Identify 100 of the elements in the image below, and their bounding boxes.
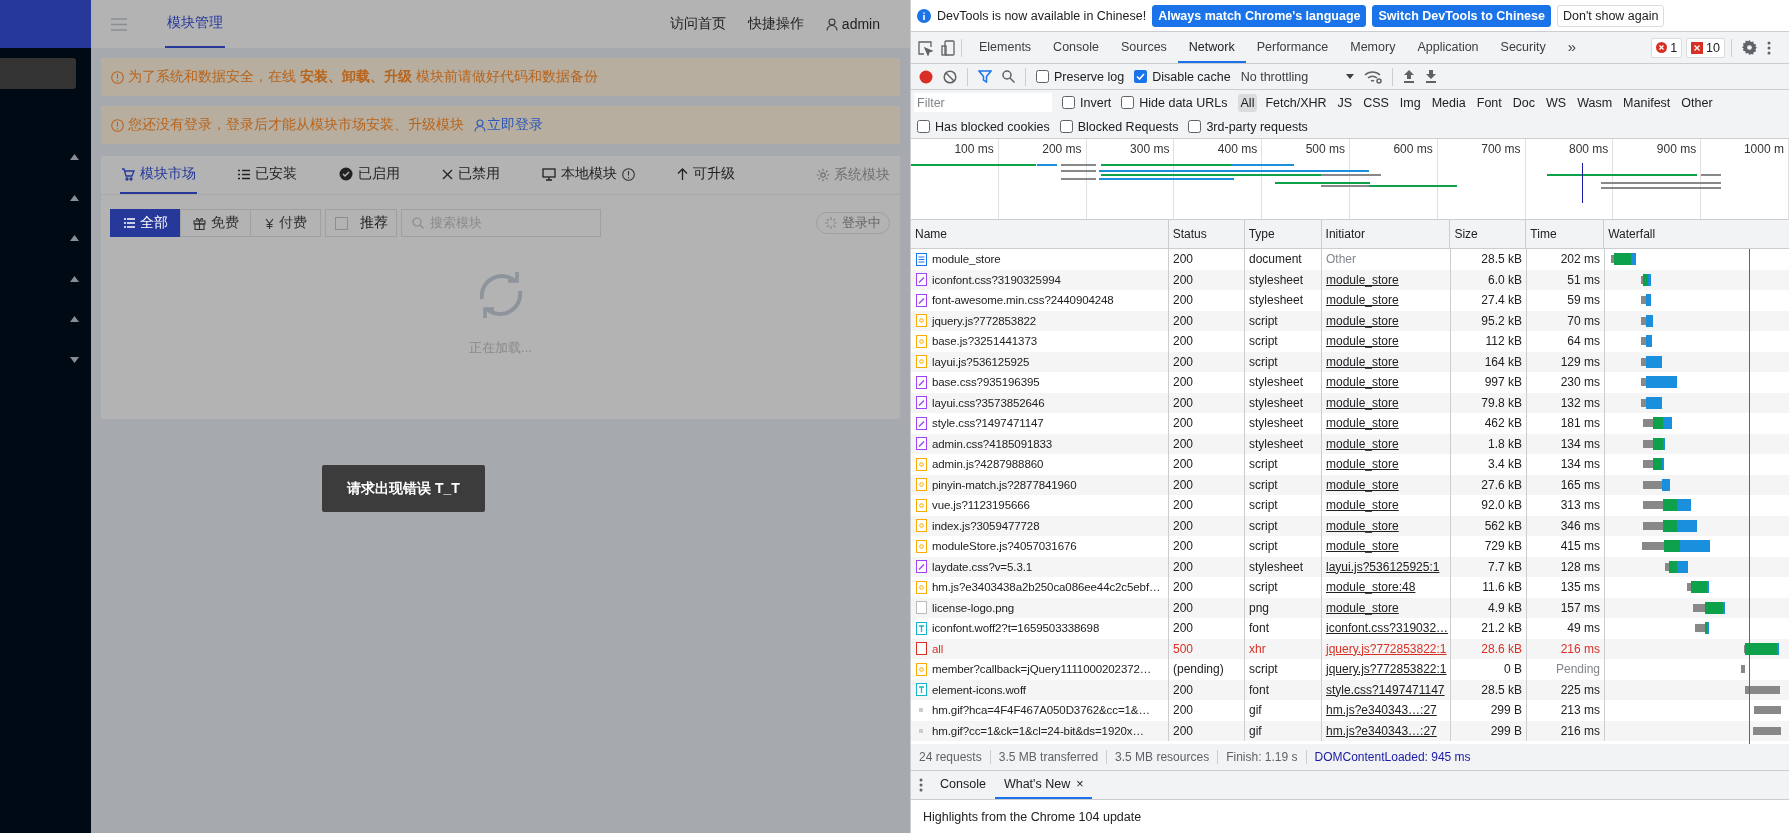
infobar-button[interactable]: Don't show again: [1556, 4, 1665, 27]
panel-tab[interactable]: Application: [1406, 32, 1490, 63]
request-name[interactable]: vue.js?1123195666: [932, 499, 1030, 512]
initiator-link[interactable]: module_store: [1326, 375, 1399, 390]
request-name[interactable]: element-icons.woff: [932, 683, 1026, 696]
type-filter[interactable]: Wasm: [1574, 93, 1616, 112]
module-tab[interactable]: 已禁用: [441, 156, 501, 194]
issue-count[interactable]: 10: [1686, 37, 1725, 58]
panel-tab[interactable]: Elements: [968, 32, 1043, 63]
drawer-tab[interactable]: Console: [931, 771, 995, 799]
checkbox[interactable]: [917, 120, 930, 133]
more-icon[interactable]: [1767, 40, 1771, 55]
module-tab[interactable]: 模块市场: [120, 156, 197, 194]
checkbox[interactable]: [1188, 120, 1202, 133]
search-icon[interactable]: [1002, 70, 1015, 83]
initiator-link[interactable]: jquery.js?772853822:1: [1326, 641, 1447, 656]
wifi-settings-icon[interactable]: [1364, 69, 1383, 84]
user-menu[interactable]: admin: [825, 0, 880, 48]
toolbar-option[interactable]: Disable cache: [1134, 69, 1231, 84]
settings-icon[interactable]: [1742, 40, 1757, 55]
panel-tab[interactable]: Performance: [1245, 32, 1340, 63]
request-name[interactable]: pinyin-match.js?2877841960: [932, 478, 1077, 491]
request-name[interactable]: member?callback=jQuery1111000202372…: [932, 663, 1152, 676]
initiator-link[interactable]: module_store: [1326, 539, 1399, 554]
filter-button[interactable]: 全部: [110, 209, 181, 237]
clear-icon[interactable]: [943, 69, 957, 84]
request-name[interactable]: hm.gif?hca=4F4F467A050D3762&cc=1&…: [932, 704, 1150, 717]
caret-icon[interactable]: [70, 154, 79, 161]
caret-icon[interactable]: [70, 235, 79, 242]
initiator-link[interactable]: module_store:48: [1326, 580, 1416, 595]
header-link[interactable]: 快捷操作: [747, 0, 804, 48]
checkbox[interactable]: [1062, 96, 1075, 109]
type-filter[interactable]: JS: [1334, 93, 1356, 112]
filter-input[interactable]: Filter: [914, 93, 1052, 112]
checkbox[interactable]: [1036, 70, 1049, 83]
initiator-link[interactable]: module_store: [1326, 395, 1399, 410]
initiator-link[interactable]: jquery.js?772853822:1: [1326, 662, 1447, 677]
caret-icon[interactable]: [70, 275, 79, 282]
request-name[interactable]: admin.css?4185091833: [932, 437, 1053, 450]
request-name[interactable]: style.css?1497471147: [932, 417, 1044, 430]
page-tab[interactable]: 模块管理: [165, 0, 225, 48]
checkbox[interactable]: [1121, 96, 1135, 109]
type-filter[interactable]: Font: [1473, 93, 1505, 112]
initiator-link[interactable]: hm.js?e340343…:27: [1326, 703, 1437, 718]
initiator-link[interactable]: module_store: [1326, 457, 1399, 472]
request-name[interactable]: license-logo.png: [932, 601, 1015, 614]
initiator-link[interactable]: module_store: [1326, 436, 1399, 451]
filter-button[interactable]: 付费: [250, 209, 321, 237]
close-icon[interactable]: ×: [1076, 777, 1084, 791]
throttling-dropdown[interactable]: No throttling: [1240, 69, 1355, 84]
column-header[interactable]: Waterfall: [1608, 227, 1656, 241]
download-icon[interactable]: [1425, 70, 1438, 83]
caret-icon[interactable]: [70, 356, 79, 363]
request-name[interactable]: hm.js?e3403438a2b250ca086ee44c2c5ebf…: [932, 581, 1161, 594]
type-filter[interactable]: All: [1237, 93, 1258, 112]
initiator-link[interactable]: hm.js?e340343…:27: [1326, 723, 1437, 738]
type-filter[interactable]: CSS: [1360, 93, 1392, 112]
more-tabs-button[interactable]: »: [1556, 32, 1588, 63]
type-filter[interactable]: Img: [1396, 93, 1424, 112]
request-name[interactable]: index.js?3059477728: [932, 519, 1040, 532]
column-header[interactable]: Status: [1172, 227, 1207, 241]
panel-tab[interactable]: Security: [1489, 32, 1557, 63]
request-name[interactable]: layui.css?3573852646: [932, 396, 1045, 409]
filter-icon[interactable]: [978, 70, 992, 83]
checkbox[interactable]: [1134, 70, 1148, 83]
request-name[interactable]: laydate.css?v=5.3.1: [932, 560, 1033, 573]
initiator-link[interactable]: module_store: [1326, 334, 1399, 349]
type-filter[interactable]: Media: [1428, 93, 1469, 112]
request-name[interactable]: base.css?935196395: [932, 376, 1040, 389]
column-header[interactable]: Time: [1530, 227, 1557, 241]
panel-tab[interactable]: Memory: [1339, 32, 1407, 63]
checkbox[interactable]: [1059, 120, 1073, 133]
panel-tab[interactable]: Console: [1042, 32, 1110, 63]
recommend-checkbox[interactable]: 推荐: [325, 209, 397, 237]
column-header[interactable]: Initiator: [1325, 227, 1365, 241]
request-name[interactable]: hm.gif?cc=1&ck=1&cl=24-bit&ds=1920x…: [932, 724, 1144, 737]
request-name[interactable]: iconfont.css?3190325994: [932, 273, 1061, 286]
initiator-link[interactable]: module_store: [1326, 313, 1399, 328]
type-filter[interactable]: Other: [1678, 93, 1716, 112]
type-filter[interactable]: WS: [1543, 93, 1570, 112]
initiator-link[interactable]: module_store: [1326, 498, 1399, 513]
request-name[interactable]: moduleStore.js?4057031676: [932, 540, 1077, 553]
drawer-tab[interactable]: What's New ×: [994, 771, 1093, 799]
checkbox[interactable]: [334, 216, 348, 230]
request-name[interactable]: jquery.js?772853822: [932, 314, 1037, 327]
request-name[interactable]: iconfont.woff2?t=1659503338698: [932, 622, 1100, 635]
initiator-link[interactable]: module_store: [1326, 518, 1399, 533]
request-name[interactable]: module_store: [932, 253, 1001, 266]
device-icon[interactable]: [941, 39, 955, 56]
request-name[interactable]: all: [932, 642, 944, 655]
upload-icon[interactable]: [1403, 70, 1416, 83]
filter-option[interactable]: Blocked Requests: [1059, 119, 1179, 134]
initiator-link[interactable]: module_store: [1326, 272, 1399, 287]
record-icon[interactable]: [919, 69, 933, 84]
initiator-link[interactable]: module_store: [1326, 293, 1399, 308]
request-name[interactable]: base.js?3251441373: [932, 335, 1037, 348]
infobar-button[interactable]: Switch DevTools to Chinese: [1372, 4, 1551, 27]
module-tab[interactable]: 已安装: [237, 156, 298, 194]
caret-icon[interactable]: [70, 194, 79, 201]
column-header[interactable]: Name: [915, 227, 947, 241]
